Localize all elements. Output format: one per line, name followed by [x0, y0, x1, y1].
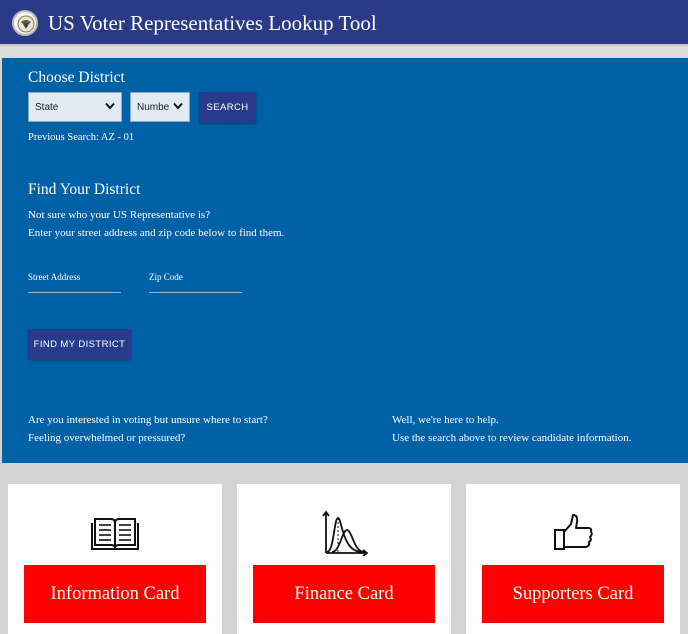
- chevron-down-icon: [105, 102, 115, 110]
- distribution-chart-icon: [322, 510, 368, 556]
- info-right-line1: Well, we're here to help.: [392, 414, 499, 426]
- supporters-card-button[interactable]: Supporters Card: [482, 565, 664, 623]
- number-select[interactable]: Numbe: [130, 92, 190, 122]
- previous-search: Previous Search: AZ - 01: [28, 132, 135, 143]
- find-district-line1: Not sure who your US Representative is?: [28, 209, 211, 221]
- app-title: US Voter Representatives Lookup Tool: [48, 11, 377, 35]
- information-card: Information Card: [8, 484, 222, 634]
- state-select[interactable]: State: [28, 92, 122, 122]
- information-card-button[interactable]: Information Card: [24, 565, 206, 623]
- info-left-line2: Feeling overwhelmed or pressured?: [28, 432, 186, 444]
- info-right-line2: Use the search above to review candidate…: [392, 432, 632, 444]
- info-left-line1: Are you interested in voting but unsure …: [28, 414, 268, 426]
- choose-district-heading: Choose District: [28, 69, 125, 86]
- find-my-district-button[interactable]: FIND MY DISTRICT: [28, 329, 131, 360]
- search-button[interactable]: SEARCH: [199, 92, 256, 123]
- search-panel: Choose District State Numbe SEARCH Previ…: [2, 58, 688, 463]
- find-district-heading: Find Your District: [28, 181, 141, 198]
- find-district-line2: Enter your street address and zip code b…: [28, 227, 285, 239]
- zip-code-input[interactable]: [149, 269, 242, 293]
- finance-card-button[interactable]: Finance Card: [253, 565, 435, 623]
- open-book-icon: [91, 518, 139, 550]
- us-seal-icon: [12, 10, 38, 36]
- chevron-down-icon: [173, 102, 183, 110]
- app-header: US Voter Representatives Lookup Tool: [0, 0, 688, 46]
- finance-card: Finance Card: [237, 484, 451, 634]
- number-select-value: Numbe: [137, 102, 170, 113]
- thumbs-up-icon: [554, 514, 593, 550]
- header-divider: [0, 46, 688, 58]
- state-select-value: State: [35, 102, 59, 113]
- street-address-input[interactable]: [28, 269, 121, 293]
- supporters-card: Supporters Card: [466, 484, 680, 634]
